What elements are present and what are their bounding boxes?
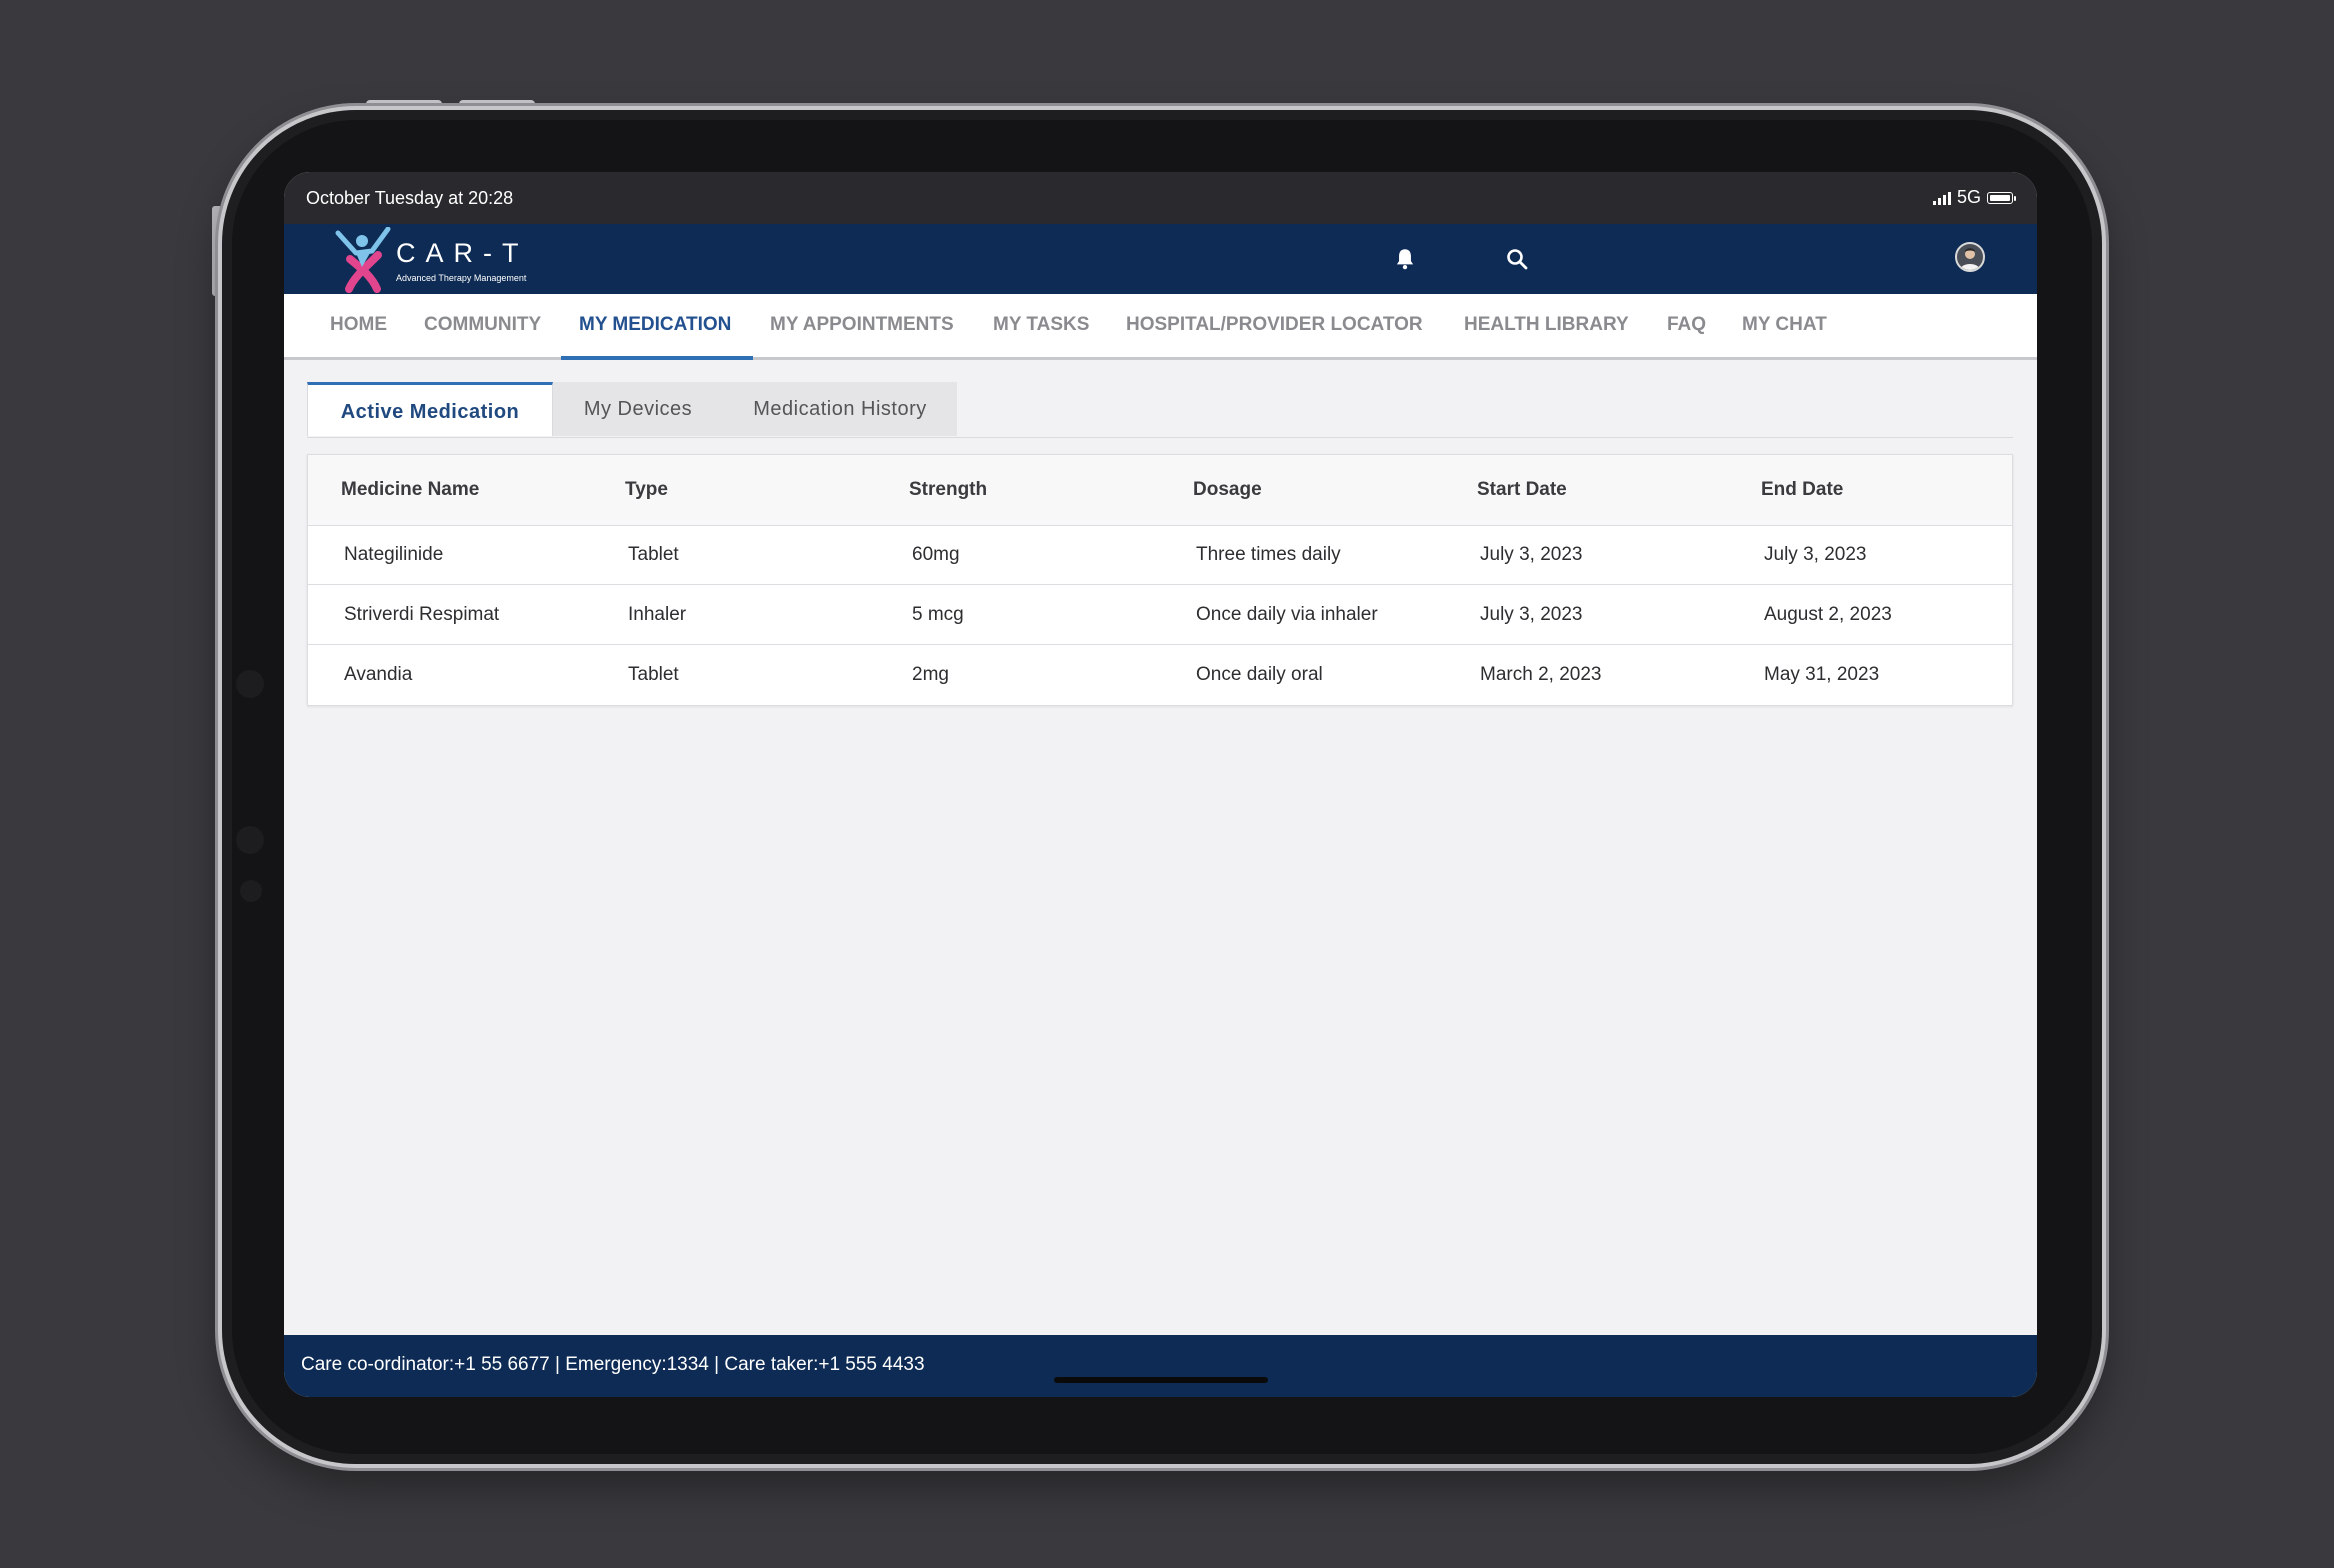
status-bar: October Tuesday at 20:28 5G (284, 172, 2037, 224)
contact-info: Care co-ordinator:+1 55 6677 | Emergency… (301, 1354, 925, 1375)
home-indicator[interactable] (1054, 1377, 1268, 1383)
signal-icon (1932, 191, 1951, 205)
nav-my-chat[interactable]: MY CHAT (1742, 294, 1827, 360)
app-header: CAR-T Advanced Therapy Management (284, 224, 2037, 294)
app-screen: October Tuesday at 20:28 5G CAR-T Advanc… (284, 172, 2037, 1397)
nav-home[interactable]: HOME (330, 294, 387, 360)
cell-dosage: Once daily via inhaler (1196, 604, 1378, 625)
table-header: Medicine Name Type Strength Dosage Start… (308, 455, 2012, 526)
cell-type: Tablet (628, 544, 679, 565)
network-label: 5G (1956, 187, 1981, 207)
nav-my-tasks[interactable]: MY TASKS (993, 294, 1089, 360)
cell-dosage: Three times daily (1196, 544, 1341, 565)
main-nav: HOME COMMUNITY MY MEDICATION MY APPOINTM… (284, 294, 2037, 360)
medication-tabs: Active Medication My Devices Medication … (307, 382, 2013, 438)
contact-footer: Care co-ordinator:+1 55 6677 | Emergency… (284, 1335, 2037, 1397)
table-row[interactable]: Striverdi Respimat Inhaler 5 mcg Once da… (308, 585, 2012, 645)
cell-strength: 5 mcg (912, 604, 964, 625)
col-header-medicine-name[interactable]: Medicine Name (341, 479, 479, 501)
tab-my-devices[interactable]: My Devices (553, 382, 723, 436)
nav-health-library[interactable]: HEALTH LIBRARY (1464, 294, 1629, 360)
table-row[interactable]: Avandia Tablet 2mg Once daily oral March… (308, 645, 2012, 705)
cell-start-date: July 3, 2023 (1480, 604, 1583, 625)
tablet-side-sensor (236, 826, 264, 854)
cell-start-date: March 2, 2023 (1480, 664, 1602, 685)
tab-active-medication[interactable]: Active Medication (307, 382, 553, 436)
cell-type: Tablet (628, 664, 679, 685)
bell-icon[interactable] (1389, 243, 1421, 275)
nav-my-appointments[interactable]: MY APPOINTMENTS (770, 294, 954, 360)
cell-strength: 2mg (912, 664, 949, 685)
cell-end-date: July 3, 2023 (1764, 544, 1867, 565)
cell-dosage: Once daily oral (1196, 664, 1323, 685)
cell-end-date: August 2, 2023 (1764, 604, 1892, 625)
cell-medicine-name: Avandia (344, 664, 413, 685)
brand-logo-icon (335, 227, 391, 293)
cell-start-date: July 3, 2023 (1480, 544, 1583, 565)
status-indicators: 5G (1932, 187, 2016, 208)
col-header-type[interactable]: Type (625, 479, 668, 501)
nav-hospital-provider-locator[interactable]: HOSPITAL/PROVIDER LOCATOR (1126, 294, 1423, 360)
active-medication-table: Medicine Name Type Strength Dosage Start… (307, 454, 2013, 706)
status-datetime: October Tuesday at 20:28 (306, 188, 514, 208)
cell-medicine-name: Nategilinide (344, 544, 444, 565)
nav-active-indicator (561, 356, 753, 360)
cell-type: Inhaler (628, 604, 687, 625)
nav-community[interactable]: COMMUNITY (424, 294, 541, 360)
nav-my-medication[interactable]: MY MEDICATION (579, 294, 731, 360)
brand-tagline: Advanced Therapy Management (396, 273, 527, 283)
battery-icon (1987, 191, 2016, 204)
user-avatar[interactable] (1955, 242, 1985, 272)
search-icon[interactable] (1501, 243, 1533, 275)
nav-faq[interactable]: FAQ (1667, 294, 1706, 360)
col-header-strength[interactable]: Strength (909, 479, 987, 501)
cell-strength: 60mg (912, 544, 960, 565)
tab-medication-history[interactable]: Medication History (723, 382, 957, 436)
col-header-end-date[interactable]: End Date (1761, 479, 1843, 501)
tablet-side-sensor (236, 670, 264, 698)
table-row[interactable]: Nategilinide Tablet 60mg Three times dai… (308, 525, 2012, 585)
cell-end-date: May 31, 2023 (1764, 664, 1880, 685)
cell-medicine-name: Striverdi Respimat (344, 604, 500, 625)
tablet-side-sensor (240, 880, 262, 902)
brand-name: CAR-T (396, 238, 529, 268)
col-header-dosage[interactable]: Dosage (1193, 479, 1262, 501)
col-header-start-date[interactable]: Start Date (1477, 479, 1567, 501)
